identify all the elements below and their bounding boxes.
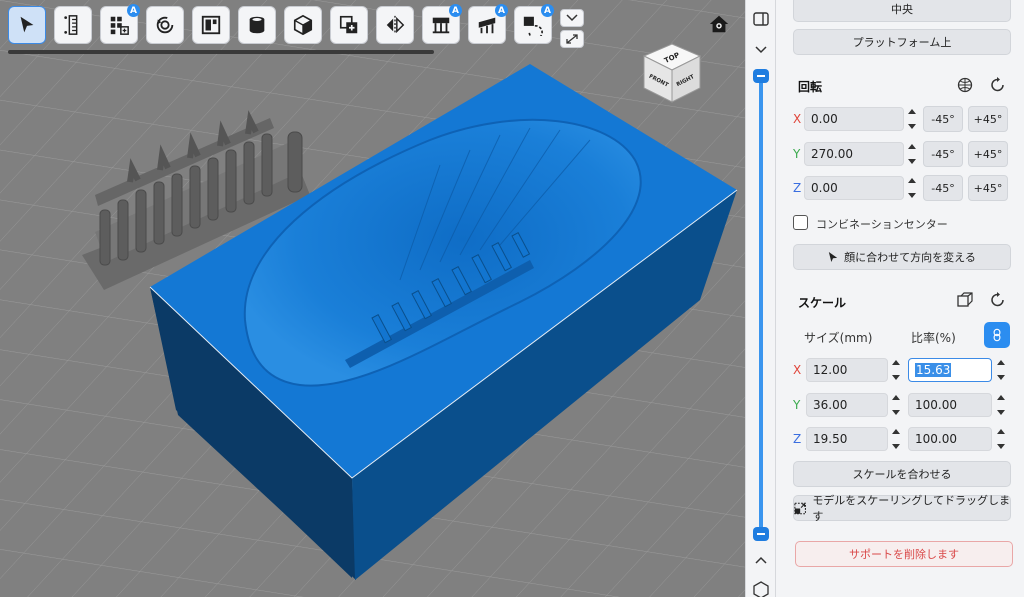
rotation-y-plus45-button[interactable]: +45° xyxy=(968,141,1008,167)
scale-z-ratio-stepper[interactable] xyxy=(995,427,1007,451)
support-edit-icon xyxy=(478,17,496,34)
auto-orient-tool-button[interactable]: A xyxy=(514,4,554,44)
on-platform-button[interactable]: プラットフォーム上 xyxy=(793,29,1011,55)
panel-toggle-icon[interactable] xyxy=(752,10,770,28)
remove-support-button[interactable]: サポートを削除します xyxy=(795,541,1013,567)
measure-tool-button[interactable] xyxy=(54,6,92,44)
layer-slider-strip xyxy=(745,0,775,597)
combination-center-checkbox[interactable] xyxy=(793,215,808,230)
cursor-arrow-icon xyxy=(828,252,838,262)
fit-view-button[interactable] xyxy=(560,30,584,48)
rotation-y-minus45-button[interactable]: -45° xyxy=(923,141,963,167)
uniform-scale-toggle[interactable] xyxy=(984,322,1010,348)
drag-scale-label: モデルをスケーリングしてドラッグします xyxy=(812,494,1010,523)
drag-scale-icon xyxy=(794,502,806,514)
drag-scale-button[interactable]: モデルをスケーリングしてドラッグします xyxy=(793,494,1011,523)
scale-x-axis-label: X xyxy=(793,363,802,377)
support-tool-button[interactable]: A xyxy=(468,4,508,44)
scale-x-ratio-stepper[interactable] xyxy=(995,358,1007,382)
main-toolbar: A A A A xyxy=(8,4,554,54)
rotate-icon xyxy=(156,16,174,34)
scale-x-size-field[interactable]: 12.00 xyxy=(806,358,888,382)
link-chain-icon xyxy=(993,328,1001,342)
scale-y-axis-label: Y xyxy=(793,398,801,412)
cube-tool-button[interactable] xyxy=(284,6,322,44)
toolbar-expand-button[interactable] xyxy=(560,9,584,27)
cylinder-icon xyxy=(249,16,265,34)
rotate-tool-button[interactable] xyxy=(146,6,184,44)
expand-arrows-icon xyxy=(566,34,578,44)
scale-box-icon[interactable] xyxy=(956,291,974,309)
rotation-y-field[interactable]: 270.00 xyxy=(804,142,904,166)
combination-center-label: コンビネーションセンター xyxy=(816,218,948,231)
scale-y-ratio-field[interactable]: 100.00 xyxy=(908,393,992,417)
mirror-tool-button[interactable] xyxy=(376,6,414,44)
support-structure-icon xyxy=(432,17,450,34)
layer-slider-track[interactable] xyxy=(759,76,763,534)
auto-support-tool-button[interactable]: A xyxy=(422,4,462,44)
auto-badge: A xyxy=(541,4,554,17)
scene-canvas[interactable] xyxy=(0,0,745,597)
mirror-icon xyxy=(386,15,405,35)
rotation-x-plus45-button[interactable]: +45° xyxy=(968,106,1008,132)
rotation-z-stepper[interactable] xyxy=(906,176,918,200)
chevron-down-icon[interactable] xyxy=(752,40,770,58)
auto-badge: A xyxy=(127,4,140,17)
rotation-z-minus45-button[interactable]: -45° xyxy=(923,175,963,201)
layer-slider-top-handle[interactable] xyxy=(753,69,769,83)
cube-view-icon[interactable] xyxy=(752,580,770,597)
center-button[interactable]: 中央 xyxy=(793,0,1011,22)
ruler-icon xyxy=(64,15,78,35)
rotation-z-plus45-button[interactable]: +45° xyxy=(968,175,1008,201)
duplicate-tool-button[interactable] xyxy=(330,6,368,44)
scale-z-size-stepper[interactable] xyxy=(890,427,902,451)
scale-z-ratio-field[interactable]: 100.00 xyxy=(908,427,992,451)
transform-panel: 中央 プラットフォーム上 回転 X 0.00 -45° +45° Y 270.0… xyxy=(775,0,1024,597)
scale-z-axis-label: Z xyxy=(793,432,802,446)
scale-y-ratio-stepper[interactable] xyxy=(995,393,1007,417)
size-column-header: サイズ(mm) xyxy=(804,331,873,345)
scale-x-ratio-field[interactable]: 15.63 xyxy=(908,358,992,382)
ratio-column-header: 比率(%) xyxy=(911,331,956,345)
layout-tool-button[interactable] xyxy=(192,6,230,44)
orient-icon xyxy=(523,16,543,36)
auto-arrange-tool-button[interactable]: A xyxy=(100,4,140,44)
scale-section-title: スケール xyxy=(798,296,847,310)
scale-x-size-stepper[interactable] xyxy=(890,358,902,382)
home-view-icon[interactable] xyxy=(708,13,730,35)
auto-badge: A xyxy=(449,4,462,17)
layout-icon xyxy=(201,15,221,35)
fit-scale-button[interactable]: スケールを合わせる xyxy=(793,461,1011,487)
rotation-y-stepper[interactable] xyxy=(906,142,918,166)
rotation-x-minus45-button[interactable]: -45° xyxy=(923,106,963,132)
scale-z-size-field[interactable]: 19.50 xyxy=(806,427,888,451)
grid-arrange-icon xyxy=(110,16,129,35)
globe-rotation-icon[interactable] xyxy=(956,76,974,94)
select-tool-button[interactable] xyxy=(8,6,46,44)
orient-to-face-label: 顔に合わせて方向を変える xyxy=(844,251,976,264)
3d-viewport[interactable]: A A A A TOP FRONT RIGHT xyxy=(0,0,745,597)
rotation-x-stepper[interactable] xyxy=(906,107,918,131)
scale-y-size-stepper[interactable] xyxy=(890,393,902,417)
auto-badge: A xyxy=(495,4,508,17)
chevron-up-icon[interactable] xyxy=(752,552,770,570)
chevron-down-icon xyxy=(566,14,578,22)
toolbar-group-indicator xyxy=(8,50,434,54)
navigation-cube[interactable]: TOP FRONT RIGHT xyxy=(640,42,704,104)
scale-x-ratio-value: 15.63 xyxy=(915,363,952,377)
reset-scale-icon[interactable] xyxy=(989,291,1007,309)
orient-to-face-button[interactable]: 顔に合わせて方向を変える xyxy=(793,244,1011,270)
scale-y-size-field[interactable]: 36.00 xyxy=(806,393,888,417)
rotation-section-title: 回転 xyxy=(798,80,823,94)
duplicate-icon xyxy=(339,15,358,34)
cube-icon xyxy=(293,14,313,36)
rotation-x-field[interactable]: 0.00 xyxy=(804,107,904,131)
hollow-tool-button[interactable] xyxy=(238,6,276,44)
reset-rotation-icon[interactable] xyxy=(989,76,1007,94)
rotation-z-field[interactable]: 0.00 xyxy=(804,176,904,200)
layer-slider-bottom-handle[interactable] xyxy=(753,527,769,541)
cursor-arrow-icon xyxy=(20,16,34,33)
